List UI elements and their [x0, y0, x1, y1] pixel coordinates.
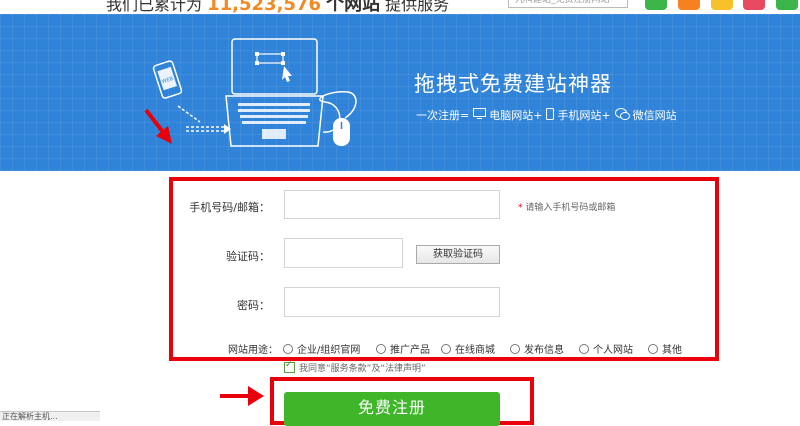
agree-terms[interactable]: 我同意“服务条款”及“法律声明”: [284, 360, 426, 374]
feature-desktop: 电脑网站+: [489, 109, 543, 122]
agree-checkbox[interactable]: [284, 360, 295, 373]
purpose-option-enterprise[interactable]: 企业/组织官网: [283, 341, 360, 356]
wechat-icon: [614, 107, 630, 123]
purpose-option-publish[interactable]: 发布信息: [510, 341, 564, 356]
agree-text: 我同意“服务条款”及“法律声明”: [299, 364, 426, 374]
phone-icon: WEB: [152, 60, 183, 99]
laptop-illustration: WEB: [144, 38, 357, 147]
account-hint: * 请输入手机号码或邮箱: [518, 203, 616, 213]
account-input[interactable]: [284, 190, 500, 219]
share-more-icon[interactable]: [776, 0, 798, 10]
tencent-weibo-icon[interactable]: [743, 0, 765, 10]
password-input[interactable]: [284, 287, 500, 317]
red-arrow-annotation: [144, 108, 172, 144]
qzone-share-icon[interactable]: [711, 0, 733, 10]
code-input[interactable]: [284, 238, 403, 268]
purpose-option-personal[interactable]: 个人网站: [579, 341, 633, 356]
top-search-input[interactable]: 九科建站_免费注册网站: [508, 0, 628, 8]
weibo-share-icon[interactable]: [678, 0, 700, 10]
purpose-option-shop[interactable]: 在线商城: [441, 341, 495, 356]
get-code-button[interactable]: 获取验证码: [416, 245, 500, 264]
wechat-share-icon[interactable]: [645, 0, 667, 10]
account-label: 手机号码/邮箱：: [189, 201, 270, 214]
purpose-option-promote[interactable]: 推广产品: [376, 341, 430, 356]
banner-subtitle: 一次注册= 电脑网站+ 手机网站+ 微信网站: [416, 107, 677, 123]
banner-title: 拖拽式免费建站神器: [414, 72, 612, 96]
banner-sub-prefix: 一次注册=: [416, 109, 470, 122]
radio-icon[interactable]: [648, 343, 658, 354]
stat-suffix: 提供服务: [385, 0, 450, 14]
account-hint-text: 请输入手机号码或邮箱: [525, 203, 616, 213]
radio-icon[interactable]: [283, 343, 293, 354]
hero-banner: WEB 拖拽式免费建站神器 一次注册= 电脑网站+ 手机网站+ 微信网站: [0, 14, 800, 171]
radio-icon[interactable]: [441, 343, 451, 354]
radio-icon[interactable]: [376, 343, 386, 354]
feature-wechat: 微信网站: [632, 109, 677, 122]
browser-status-bar: 正在解析主机...: [0, 411, 100, 421]
feature-mobile: 手机网站+: [557, 109, 611, 122]
stat-count: 11,523,576: [207, 0, 321, 14]
purpose-label: 网站用途：: [228, 345, 278, 356]
stat-prefix: 我们已累计为: [106, 0, 203, 14]
mobile-icon: [546, 107, 555, 123]
code-label: 验证码：: [226, 250, 270, 263]
stat-unit: 个网站: [326, 0, 381, 14]
desktop-icon: [473, 108, 487, 122]
red-arrow-annotation: [220, 386, 264, 406]
top-stat-bar: 我们已累计为 11,523,576 个网站 提供服务 九科建站_免费注册网站: [0, 0, 800, 14]
radio-icon[interactable]: [579, 343, 589, 354]
radio-icon[interactable]: [510, 343, 520, 354]
purpose-option-other[interactable]: 其他: [648, 341, 682, 356]
site-count-stat: 我们已累计为 11,523,576 个网站 提供服务: [106, 0, 449, 14]
password-label: 密码：: [237, 299, 270, 312]
